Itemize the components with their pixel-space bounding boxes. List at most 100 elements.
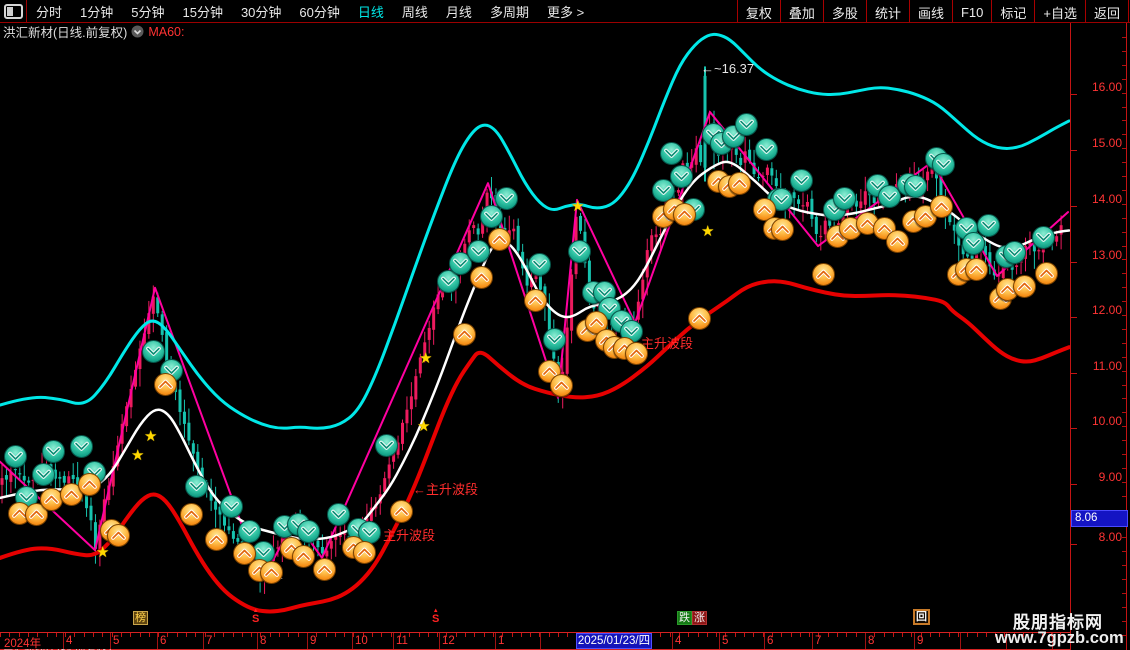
month-separator [540,633,541,649]
time-tick [84,633,85,637]
price-minor-tick [1122,246,1126,247]
price-tick [1071,94,1077,95]
time-tick [670,633,671,637]
price-minor-tick [1122,204,1126,205]
time-tick [856,633,857,637]
price-tick [1071,544,1077,545]
price-minor-tick [1122,607,1126,608]
time-tick [158,633,159,637]
price-minor-tick [1122,412,1126,413]
month-separator [719,633,720,649]
time-tick [428,633,429,637]
price-minor-tick [1122,176,1126,177]
time-tick [698,633,699,637]
price-axis-line [1070,23,1071,650]
time-axis-label: 9 [917,635,923,647]
price-minor-tick [1122,51,1126,52]
month-separator [495,633,496,649]
month-separator [307,633,308,649]
time-tick [939,633,940,637]
price-axis-label: 11.00 [1093,359,1122,373]
price-minor-tick [1122,65,1126,66]
price-minor-tick [1122,120,1126,121]
month-separator [960,633,961,649]
time-tick [530,633,531,637]
bottom-marker-榜: 榜 [133,611,148,625]
time-tick [102,633,103,637]
chart-annotation: ←主升波段 [370,525,435,544]
time-axis-label: 4 [675,635,681,647]
time-tick [735,633,736,637]
price-minor-tick [1122,134,1126,135]
time-tick [828,633,829,637]
time-axis: 2024年45678910111214567892025/01/23/四 [0,632,1070,650]
time-tick [884,633,885,637]
time-tick [893,633,894,637]
time-tick [930,633,931,637]
time-tick [837,633,838,637]
price-minor-tick [1122,621,1126,622]
chart-canvas[interactable] [0,0,1130,650]
price-tick [1071,373,1077,374]
price-tick [1071,484,1077,485]
time-tick [381,633,382,637]
price-tick [1071,428,1077,429]
time-axis-label: 7 [206,635,212,647]
price-minor-tick [1122,218,1126,219]
time-tick [288,633,289,637]
stock-title: 洪汇新材(日线.前复权) [3,22,127,41]
month-separator [63,633,64,649]
time-axis-label: 1 [498,635,504,647]
month-separator [257,633,258,649]
month-separator [393,633,394,649]
bottom-marker-S: ▲S [432,609,439,625]
time-tick [902,633,903,637]
time-axis-label: 8 [260,635,266,647]
time-tick [177,633,178,637]
month-separator [914,633,915,649]
bottom-marker-跌: 跌 [677,611,692,625]
time-tick [121,633,122,637]
price-minor-tick [1122,301,1126,302]
time-tick [335,633,336,637]
time-tick [781,633,782,637]
price-minor-tick [1122,426,1126,427]
bottom-marker-S: ▲S [252,609,259,625]
price-minor-tick [1122,398,1126,399]
time-axis-label: 2024年 [4,635,41,650]
price-minor-tick [1122,593,1126,594]
price-minor-tick [1122,371,1126,372]
price-minor-tick [1122,343,1126,344]
price-minor-tick [1122,37,1126,38]
time-tick [911,633,912,637]
time-tick [251,633,252,637]
time-tick [846,633,847,637]
price-minor-tick [1122,454,1126,455]
ma60-line [0,162,1069,539]
time-tick [521,633,522,637]
time-tick [977,633,978,637]
time-tick [986,633,987,637]
price-minor-tick [1122,93,1126,94]
time-tick [0,633,1,637]
price-tick [1071,150,1077,151]
time-tick [344,633,345,637]
bottom-marker-回: 回 [913,609,930,625]
price-minor-tick [1122,329,1126,330]
bottom-marker-涨: 涨 [692,611,707,625]
time-axis-label: 12 [442,635,455,647]
time-tick [149,633,150,637]
time-tick [688,633,689,637]
time-axis-label: 6 [160,635,166,647]
chevron-down-icon[interactable] [131,25,144,38]
time-tick [949,633,950,637]
selected-date-badge: 2025/01/23/四 [576,633,652,649]
time-tick [716,633,717,637]
price-minor-tick [1122,162,1126,163]
price-minor-tick [1122,579,1126,580]
chart-header: 洪汇新材(日线.前复权) MA60: [3,24,184,39]
price-minor-tick [1122,148,1126,149]
time-axis-label: 9 [310,635,316,647]
zigzag-line [0,112,1068,580]
time-tick [744,633,745,637]
